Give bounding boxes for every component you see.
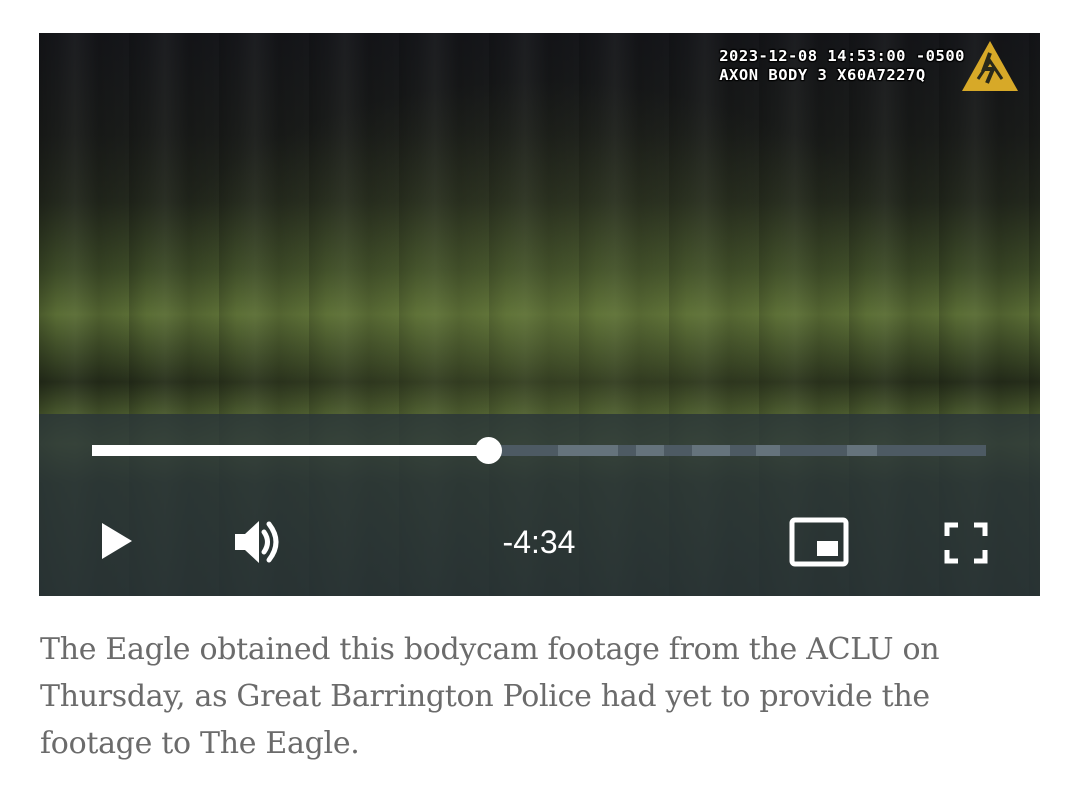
timestamp-overlay: 2023-12-08 14:53:00 -0500 (719, 47, 965, 65)
video-metadata-overlay: 2023-12-08 14:53:00 -0500 AXON BODY 3 X6… (719, 47, 965, 85)
time-remaining: -4:34 (502, 524, 576, 560)
fullscreen-button[interactable] (944, 522, 988, 564)
buffered-segment (558, 445, 618, 456)
buffered-segment (636, 445, 664, 456)
video-caption: The Eagle obtained this bodycam footage … (40, 632, 940, 761)
video-player[interactable]: 2023-12-08 14:53:00 -0500 AXON BODY 3 X6… (39, 33, 1040, 596)
buffered-segment (756, 445, 780, 456)
buffered-segment (847, 445, 877, 456)
device-overlay: AXON BODY 3 X60A7227Q (719, 66, 926, 84)
progress-thumb[interactable] (475, 437, 503, 464)
axon-delta-logo-icon (962, 41, 1018, 91)
progress-bar[interactable] (92, 437, 986, 464)
control-bar: -4:34 (39, 414, 1040, 596)
fullscreen-icon (944, 522, 988, 564)
volume-icon (235, 521, 279, 563)
volume-button[interactable] (231, 517, 287, 567)
progress-fill (92, 445, 489, 456)
play-icon (102, 523, 132, 559)
play-button[interactable] (94, 519, 138, 563)
buffered-segment (692, 445, 730, 456)
picture-in-picture-icon (789, 517, 849, 567)
picture-in-picture-button[interactable] (787, 515, 851, 569)
